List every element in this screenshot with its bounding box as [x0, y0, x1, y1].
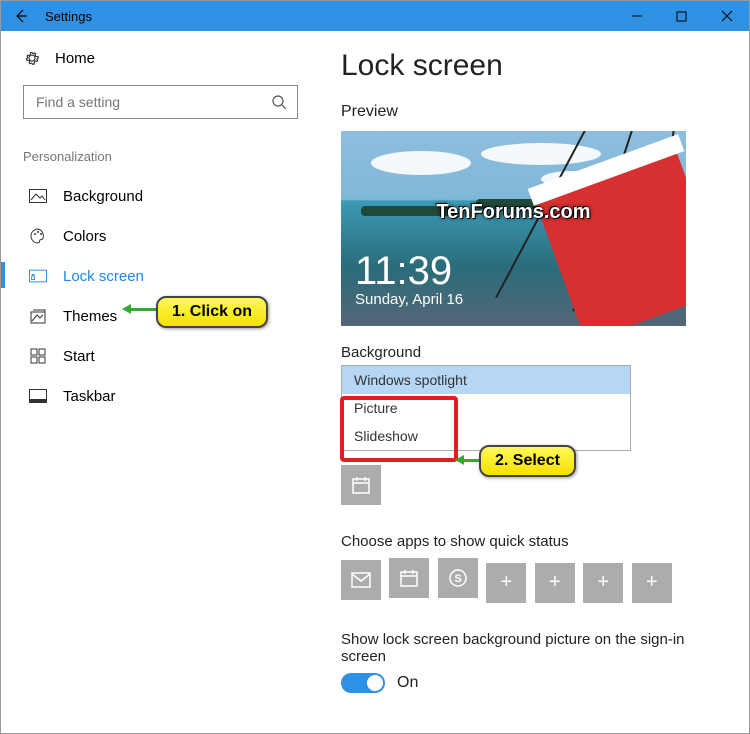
clock-date: Sunday, April 16 [355, 291, 463, 308]
mail-icon [351, 572, 371, 588]
watermark-text: TenForums.com [341, 201, 686, 224]
minimize-button[interactable] [614, 1, 659, 31]
page-title: Lock screen [341, 49, 725, 83]
svg-text:S: S [454, 573, 461, 585]
window-title: Settings [41, 9, 92, 24]
close-button[interactable] [704, 1, 749, 31]
home-link[interactable]: Home [23, 49, 307, 67]
themes-icon [29, 307, 47, 325]
preview-clock: 11:39 Sunday, April 16 [355, 251, 463, 308]
plus-icon: + [501, 571, 513, 594]
sidebar-item-label: Taskbar [63, 388, 116, 405]
clock-time: 11:39 [355, 251, 463, 291]
sidebar-item-taskbar[interactable]: Taskbar [23, 376, 307, 416]
lockscreen-icon [29, 267, 47, 285]
calendar-icon [351, 475, 371, 495]
background-label: Background [341, 344, 725, 361]
taskbar-icon [29, 387, 47, 405]
palette-icon [29, 227, 47, 245]
toggle-state-label: On [397, 674, 418, 692]
minimize-icon [631, 10, 643, 22]
dropdown-option-spotlight[interactable]: Windows spotlight [342, 366, 630, 394]
sidebar-item-label: Lock screen [63, 268, 144, 285]
lockscreen-preview: TenForums.com 11:39 Sunday, April 16 [341, 131, 686, 326]
plus-icon: + [597, 571, 609, 594]
sidebar-item-colors[interactable]: Colors [23, 216, 307, 256]
quick-status-row: S + + + + [341, 558, 725, 603]
skype-icon: S [448, 568, 468, 588]
close-icon [721, 10, 733, 22]
calendar-tile[interactable] [341, 465, 381, 505]
annotation-red-box [340, 396, 458, 462]
sidebar-item-background[interactable]: Background [23, 176, 307, 216]
sidebar-item-label: Colors [63, 228, 106, 245]
maximize-icon [676, 11, 687, 22]
gear-icon [23, 49, 41, 67]
settings-window: Settings Home Person [0, 0, 750, 734]
search-box[interactable] [23, 85, 298, 119]
sidebar-item-start[interactable]: Start [23, 336, 307, 376]
picture-icon [29, 187, 47, 205]
titlebar: Settings [1, 1, 749, 31]
home-label: Home [55, 50, 95, 67]
search-input[interactable] [34, 93, 271, 111]
section-label: Personalization [23, 149, 307, 164]
annotation-arrow-1 [128, 308, 158, 311]
back-arrow-icon [13, 8, 29, 24]
annotation-callout-1: 1. Click on [156, 296, 268, 328]
quick-status-add-2[interactable]: + [535, 563, 575, 603]
plus-icon: + [646, 571, 658, 594]
quick-status-skype[interactable]: S [438, 558, 478, 598]
signin-toggle-row: On [341, 673, 725, 693]
quick-status-add-4[interactable]: + [632, 563, 672, 603]
signin-toggle[interactable] [341, 673, 385, 693]
start-icon [29, 347, 47, 365]
maximize-button[interactable] [659, 1, 704, 31]
quick-status-calendar[interactable] [389, 558, 429, 598]
quick-status-mail[interactable] [341, 560, 381, 600]
quick-status-label: Choose apps to show quick status [341, 533, 725, 550]
plus-icon: + [549, 571, 561, 594]
background-dropdown[interactable]: Windows spotlight Picture Slideshow [341, 365, 631, 451]
sidebar-item-lockscreen[interactable]: Lock screen [23, 256, 307, 296]
content-area: Home Personalization Background Colors L… [1, 31, 749, 733]
preview-label: Preview [341, 103, 725, 121]
annotation-callout-2: 2. Select [479, 445, 576, 477]
calendar-icon [399, 568, 419, 588]
sidebar: Home Personalization Background Colors L… [1, 31, 331, 733]
sidebar-item-label: Themes [63, 308, 117, 325]
sidebar-item-label: Background [63, 188, 143, 205]
back-button[interactable] [1, 1, 41, 31]
quick-status-add-3[interactable]: + [583, 563, 623, 603]
signin-picture-label: Show lock screen background picture on t… [341, 631, 725, 665]
search-icon [271, 94, 287, 110]
quick-status-add-1[interactable]: + [486, 563, 526, 603]
main-panel: Lock screen Preview TenForums.com 11:39 … [331, 31, 749, 733]
sidebar-item-label: Start [63, 348, 95, 365]
